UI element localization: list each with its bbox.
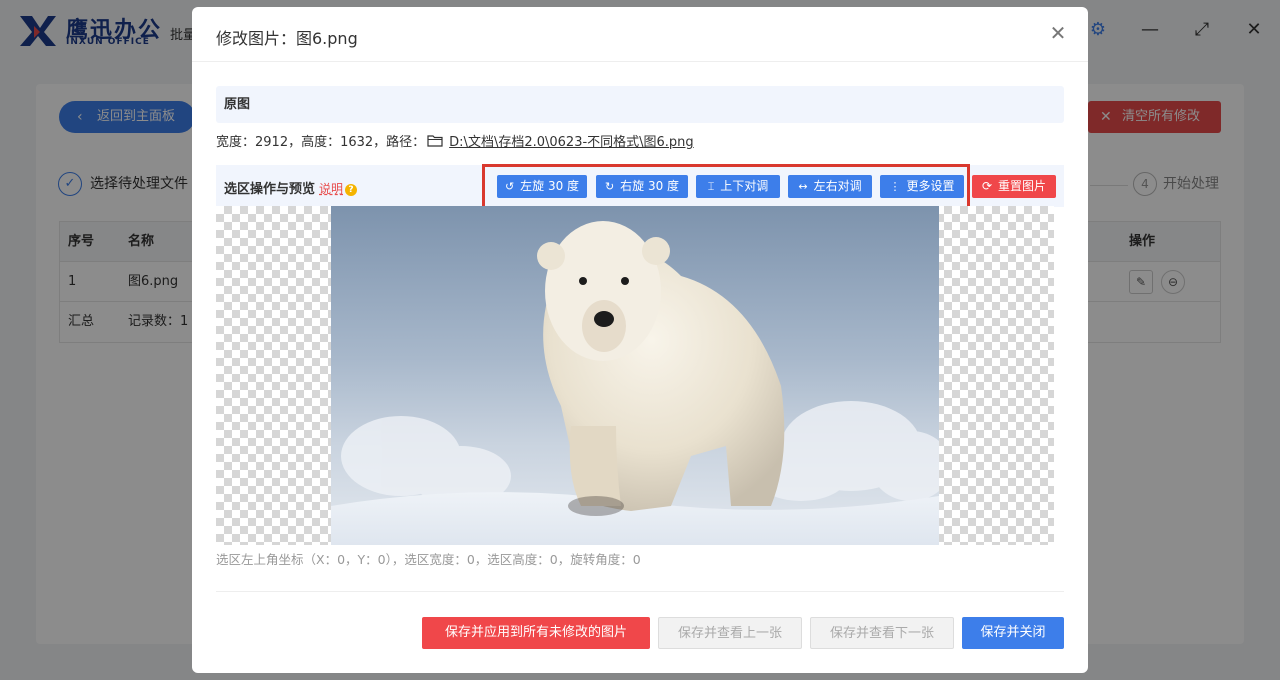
flip-vertical-label: 上下对调 xyxy=(720,179,769,193)
rotate-left-label: 左旋 30 度 xyxy=(520,179,580,193)
edit-image-dialog: 修改图片：图6.png ✕ 原图 宽度：2912，高度：1632，路径： D:\文… xyxy=(192,7,1088,673)
flip-horizontal-button[interactable]: ↔ 左右对调 xyxy=(788,175,872,198)
close-icon[interactable]: ✕ xyxy=(1046,21,1070,45)
flip-vertical-icon: ⌶ xyxy=(707,180,715,193)
refresh-icon: ⟳ xyxy=(981,179,993,193)
folder-icon xyxy=(427,135,443,147)
original-section-header: 原图 xyxy=(216,86,1064,123)
more-vertical-icon: ⋮ xyxy=(889,180,901,193)
save-next-button[interactable]: 保存并查看下一张 xyxy=(810,617,954,649)
rotate-right-label: 右旋 30 度 xyxy=(620,179,680,193)
footer-divider xyxy=(216,591,1064,592)
flip-horizontal-label: 左右对调 xyxy=(813,179,862,193)
image-dimensions: 宽度：2912，高度：1632，路径： xyxy=(216,135,426,150)
rotate-cw-icon: ↻ xyxy=(604,180,615,193)
dialog-divider xyxy=(192,61,1088,62)
save-prev-button[interactable]: 保存并查看上一张 xyxy=(658,617,802,649)
help-link[interactable]: 说明 xyxy=(319,182,343,196)
transparent-canvas[interactable] xyxy=(216,206,1054,545)
flip-vertical-button[interactable]: ⌶ 上下对调 xyxy=(696,175,780,198)
dialog-title: 修改图片：图6.png xyxy=(216,29,358,48)
image-path-link[interactable]: D:\文档\存档2.0\0623-不同格式\图6.png xyxy=(449,135,694,150)
image-info: 宽度：2912，高度：1632，路径： D:\文档\存档2.0\0623-不同格式… xyxy=(216,131,694,150)
polar-bear-image xyxy=(331,206,939,545)
rotate-ccw-icon: ↺ xyxy=(504,180,515,193)
preview-title-text: 选区操作与预览 xyxy=(224,182,316,197)
reset-image-button[interactable]: ⟳ 重置图片 xyxy=(972,175,1056,198)
question-icon[interactable]: ? xyxy=(345,183,358,196)
preview-title: 选区操作与预览 说明? xyxy=(224,178,358,197)
rotate-left-button[interactable]: ↺ 左旋 30 度 xyxy=(497,175,587,198)
rotate-right-button[interactable]: ↻ 右旋 30 度 xyxy=(596,175,688,198)
more-settings-button[interactable]: ⋮ 更多设置 xyxy=(880,175,964,198)
selection-coordinates: 选区左上角坐标（X：0，Y：0），选区宽度：0，选区高度：0，旋转角度：0 xyxy=(216,552,641,567)
more-settings-label: 更多设置 xyxy=(906,179,955,193)
save-apply-all-button[interactable]: 保存并应用到所有未修改的图片 xyxy=(422,617,650,649)
reset-label: 重置图片 xyxy=(998,179,1047,193)
preview-image[interactable] xyxy=(331,206,939,545)
flip-horizontal-icon: ↔ xyxy=(798,180,808,193)
save-close-button[interactable]: 保存并关闭 xyxy=(962,617,1064,649)
